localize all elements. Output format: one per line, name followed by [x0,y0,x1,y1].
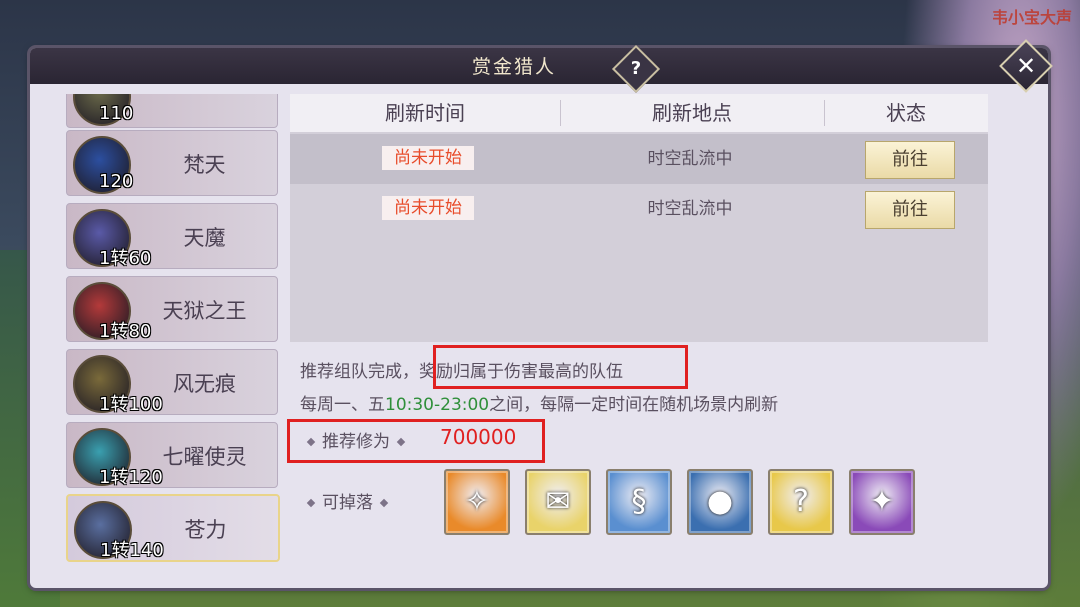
column-header: 状态 [886,101,926,125]
refresh-time-status: 尚未开始 [382,196,474,220]
boss-level: 1转120 [99,467,163,488]
drop-item[interactable]: ✧ [444,469,510,535]
boss-item-selected[interactable]: 1转140 苍力 [66,494,280,562]
drop-item[interactable]: ✉ [525,469,591,535]
boss-level: 1转140 [100,540,164,561]
table-row: 尚未开始 时空乱流中 前往 [290,134,988,184]
drop-item[interactable]: ✦ [849,469,915,535]
boss-name: 天魔 [183,226,226,250]
refresh-location: 时空乱流中 [647,149,733,169]
drop-item[interactable]: ? [768,469,834,535]
go-button[interactable]: 前往 [865,191,955,229]
purple-scroll-icon: ✦ [869,484,895,519]
boss-name: 天狱之王 [162,299,247,323]
refresh-table: 刷新时间 刷新地点 状态 尚未开始 时空乱流中 前往 尚未开始 时空乱流中 前往 [290,94,988,342]
mystery-orb-icon: ? [793,484,809,519]
watermark: 韦小宝大声 [991,8,1072,27]
boss-item[interactable]: 1转100 风无痕 [66,349,278,415]
refresh-time-status: 尚未开始 [382,146,474,170]
drops-label: 可掉落 [300,488,395,513]
boss-list[interactable]: 110 120 梵天 1转60 天魔 1转80 天狱之王 1转100 风无痕 1… [66,94,280,564]
window-title: 赏金猎人 [471,56,556,78]
table-row: 尚未开始 时空乱流中 前往 [290,184,988,234]
table-header: 刷新时间 刷新地点 状态 [290,94,988,132]
schedule-text: 每周一、五10:30-23:00之间，每隔一定时间在随机场景内刷新 [300,395,779,415]
scroll-icon: ✉ [545,484,571,519]
boss-name: 苍力 [184,518,227,542]
boss-level: 110 [99,103,134,124]
boss-item[interactable]: 1转60 天魔 [66,203,278,269]
highlight-box [433,345,688,389]
skill-scroll-icon: § [631,484,647,519]
gold-necklace-icon: ✧ [464,484,490,519]
boss-level: 1转80 [99,321,152,342]
boss-item[interactable]: 110 [66,94,278,128]
go-button[interactable]: 前往 [865,141,955,179]
boss-level: 120 [99,171,134,192]
boss-name: 风无痕 [173,372,236,396]
highlight-box [287,419,545,463]
question-icon: ? [630,58,642,79]
boss-item[interactable]: 1转80 天狱之王 [66,276,278,342]
boss-level: 1转60 [99,248,152,269]
diamond-icon [379,498,389,508]
boss-name: 七曜使灵 [162,445,247,469]
schedule-time: 10:30-23:00 [385,395,490,415]
blue-orb-icon: ● [706,484,734,519]
diamond-icon [306,498,316,508]
column-header: 刷新地点 [652,101,732,125]
column-header: 刷新时间 [385,101,465,125]
boss-item[interactable]: 1转120 七曜使灵 [66,422,278,488]
boss-name: 梵天 [183,153,226,177]
boss-level: 1转100 [99,394,163,415]
refresh-location: 时空乱流中 [647,199,733,219]
close-icon: ✕ [1015,52,1037,80]
boss-item[interactable]: 120 梵天 [66,130,278,196]
drop-item[interactable]: § [606,469,672,535]
drop-item[interactable]: ● [687,469,753,535]
